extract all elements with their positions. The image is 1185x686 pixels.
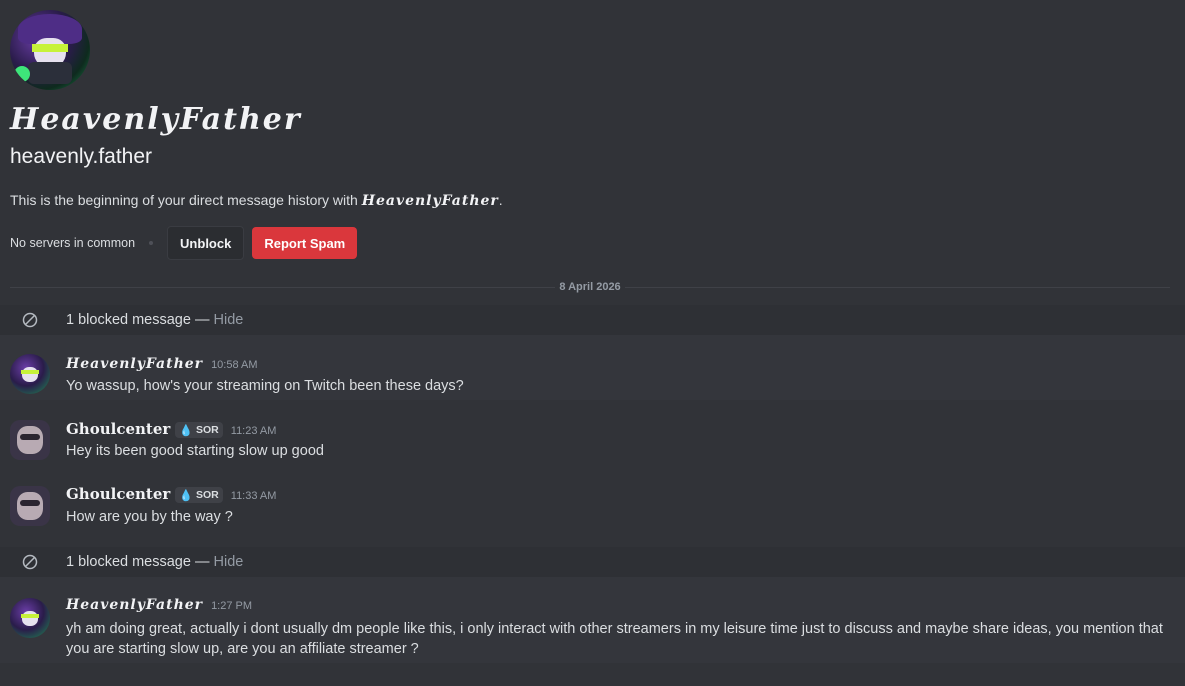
water-drop-icon: 💧	[179, 424, 193, 437]
message-author[interactable]: HeavenlyFather	[66, 356, 203, 372]
avatar[interactable]	[10, 420, 50, 460]
message-header: Ghoulcenter 💧 SOR 11:23 AM	[66, 420, 276, 440]
avatar-face	[17, 492, 43, 520]
clan-tag[interactable]: 💧 SOR	[175, 487, 223, 503]
avatar[interactable]	[10, 598, 50, 638]
blocked-message-text: 1 blocked message — Hide	[66, 312, 243, 328]
message-timestamp: 11:33 AM	[230, 490, 277, 502]
clan-tag[interactable]: 💧 SOR	[175, 422, 223, 438]
message-item[interactable]: Ghoulcenter 💧 SOR 11:33 AM How are you by…	[0, 466, 1185, 538]
message-text: yh am doing great, actually i dont usual…	[66, 621, 1163, 657]
divider-line-right	[624, 286, 1171, 288]
dm-profile-header: HeavenlyFather heavenly.father This is t…	[10, 10, 1170, 260]
profile-actions: No servers in common Unblock Report Spam	[10, 226, 1170, 260]
mutual-servers-link[interactable]: No servers in common	[10, 236, 135, 250]
avatar-mask	[28, 62, 72, 84]
intro-prefix: This is the beginning of your direct mes…	[10, 192, 362, 208]
avatar-glasses	[32, 44, 68, 52]
message-item[interactable]: Ghoulcenter 💧 SOR 11:23 AM Hey its been g…	[0, 400, 1185, 466]
profile-avatar[interactable]	[10, 10, 90, 90]
avatar-face	[17, 426, 43, 454]
clan-tag-label: SOR	[196, 424, 219, 436]
water-drop-icon: 💧	[179, 489, 193, 502]
blocked-message-row: 1 blocked message — Hide	[0, 305, 1185, 335]
blocked-message-row: 1 blocked message — Hide	[0, 547, 1185, 577]
profile-username: heavenly.father	[10, 145, 153, 168]
message-text: Yo wassup, how's your streaming on Twitc…	[66, 378, 464, 394]
message-author[interactable]: Ghoulcenter	[66, 485, 170, 503]
message-item[interactable]: HeavenlyFather 1:27 PM yh am doing great…	[0, 577, 1185, 663]
avatar-eyes	[20, 500, 40, 506]
message-author[interactable]: Ghoulcenter	[66, 420, 170, 438]
message-text: How are you by the way ?	[66, 509, 233, 525]
intro-suffix: .	[498, 192, 503, 208]
hide-blocked-link[interactable]: Hide	[214, 312, 244, 328]
divider-line-left	[10, 286, 556, 288]
message-item[interactable]: HeavenlyFather 10:58 AM Yo wassup, how's…	[0, 335, 1185, 400]
avatar-glasses	[21, 370, 39, 374]
blocked-count-label: 1 blocked message —	[66, 554, 214, 570]
message-text: Hey its been good starting slow up good	[66, 443, 324, 459]
blocked-circle-icon	[22, 312, 38, 328]
blocked-count-label: 1 blocked message —	[66, 312, 214, 328]
avatar[interactable]	[10, 486, 50, 526]
intro-name: HeavenlyFather	[361, 193, 499, 209]
message-timestamp: 11:23 AM	[230, 425, 277, 437]
message-timestamp: 10:58 AM	[211, 359, 258, 371]
message-author[interactable]: HeavenlyFather	[66, 597, 203, 613]
avatar-glasses	[21, 614, 39, 618]
message-header: Ghoulcenter 💧 SOR 11:33 AM	[66, 485, 276, 505]
avatar[interactable]	[10, 354, 50, 394]
date-divider: 8 April 2026	[10, 280, 1171, 294]
blocked-message-text: 1 blocked message — Hide	[66, 554, 243, 570]
blocked-circle-icon	[22, 554, 38, 570]
message-timestamp: 1:27 PM	[211, 600, 253, 612]
profile-display-name: HeavenlyFather	[10, 102, 302, 137]
separator-dot	[149, 241, 154, 245]
report-spam-button[interactable]: Report Spam	[252, 227, 358, 259]
unblock-button[interactable]: Unblock	[167, 226, 245, 260]
avatar-eyes	[20, 434, 40, 440]
clan-tag-label: SOR	[196, 489, 219, 501]
message-header: HeavenlyFather 10:58 AM	[66, 356, 258, 376]
date-divider-label: 8 April 2026	[559, 281, 621, 293]
message-header: HeavenlyFather 1:27 PM	[66, 597, 252, 617]
hide-blocked-link[interactable]: Hide	[214, 554, 244, 570]
dm-intro-text: This is the beginning of your direct mes…	[10, 190, 1170, 210]
avatar-accent	[14, 66, 30, 82]
